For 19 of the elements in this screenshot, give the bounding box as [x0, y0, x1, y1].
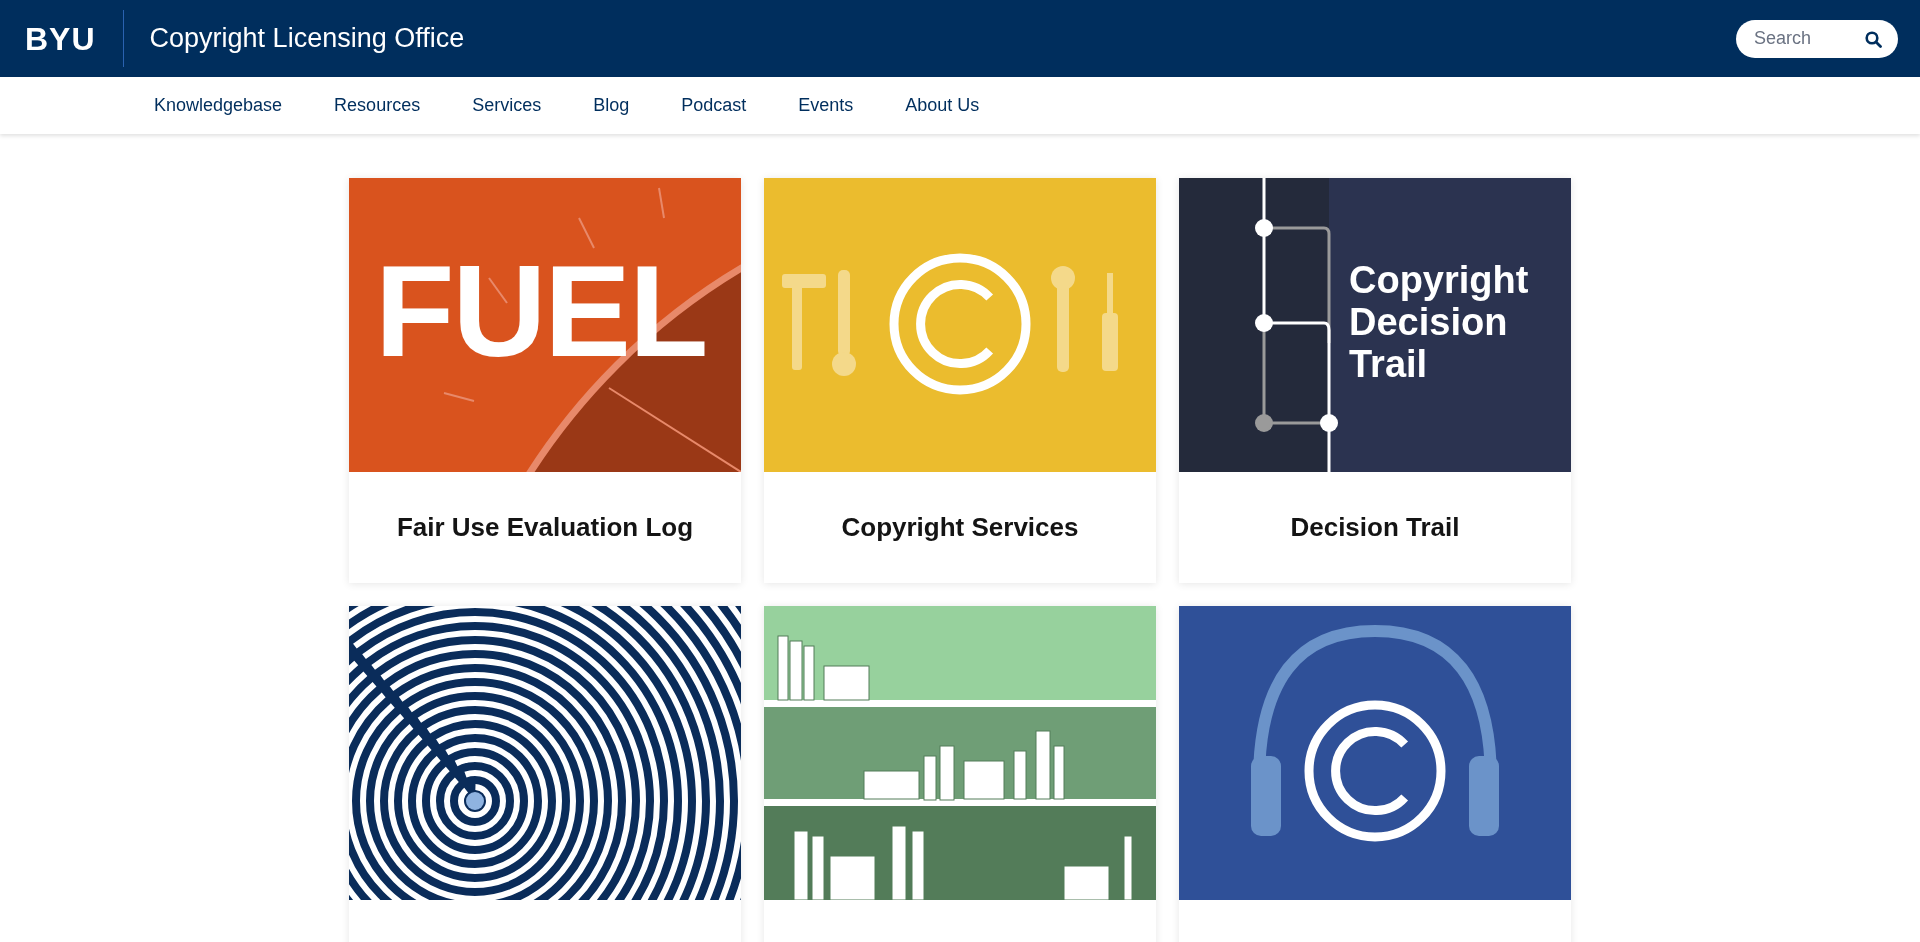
- card-title[interactable]: Copyright Services: [841, 508, 1079, 547]
- search-icon[interactable]: [1865, 30, 1882, 48]
- byu-logo[interactable]: BYU: [25, 22, 96, 55]
- nav-link[interactable]: Podcast: [681, 92, 747, 119]
- nav-link[interactable]: Knowledgebase: [154, 92, 283, 119]
- card[interactable]: Copyright Services: [764, 178, 1156, 583]
- search-field[interactable]: Search: [1736, 19, 1898, 58]
- card-title[interactable]: Decision Trail: [1290, 508, 1460, 547]
- site-title[interactable]: Copyright Licensing Office: [149, 18, 465, 59]
- card[interactable]: Copyright Decision Trail Decision Trail: [1179, 178, 1571, 583]
- nav-link[interactable]: Events: [798, 92, 854, 119]
- card-title[interactable]: Fair Use Evaluation Log: [396, 508, 694, 547]
- artwork-text: FUEL: [375, 246, 707, 376]
- nav-link[interactable]: Blog: [593, 92, 630, 119]
- nav-link[interactable]: Services: [472, 92, 542, 119]
- artwork-text: Copyright Decision Trail: [1349, 260, 1530, 386]
- nav-link[interactable]: Resources: [334, 92, 421, 119]
- nav-link[interactable]: About Us: [905, 92, 980, 119]
- card[interactable]: FUEL Fair Use Evaluation Log: [349, 178, 741, 583]
